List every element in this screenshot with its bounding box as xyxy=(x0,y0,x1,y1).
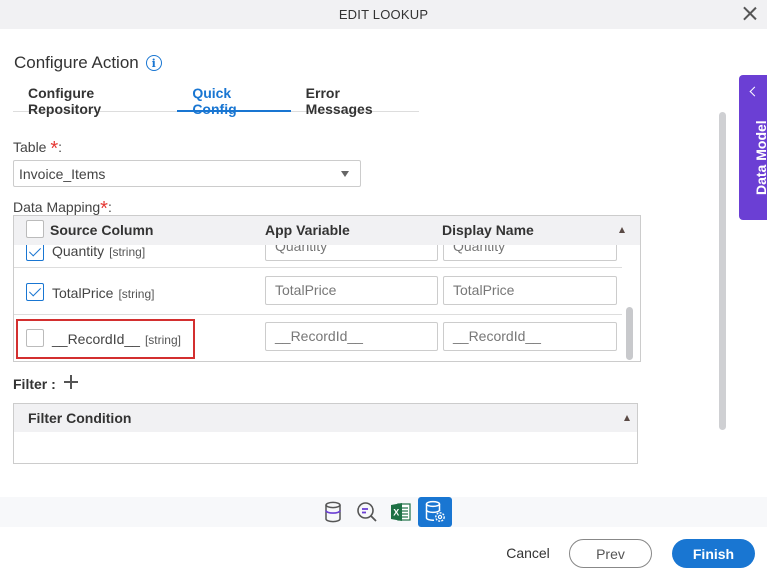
row-checkbox[interactable] xyxy=(26,283,44,301)
cancel-button[interactable]: Cancel xyxy=(498,540,558,565)
tab-bar: Configure Repository Quick Config Error … xyxy=(13,77,419,117)
table-row: __RecordId__ [string] __RecordId__ __Reco… xyxy=(14,315,622,361)
page-title-text: Configure Action xyxy=(14,53,139,72)
data-mapping-label-text: Data Mapping xyxy=(13,199,101,215)
database-settings-icon[interactable] xyxy=(418,497,452,527)
column-name: Quantity xyxy=(52,243,105,259)
tab-error-messages[interactable]: Error Messages xyxy=(291,77,419,117)
filter-label: Filter : xyxy=(13,376,56,392)
bottom-icon-bar: X xyxy=(0,497,767,527)
sort-ascending-icon[interactable] xyxy=(624,415,630,421)
table-label-text: Table xyxy=(13,139,47,155)
select-all-checkbox[interactable] xyxy=(26,220,44,238)
column-header-filter-condition[interactable]: Filter Condition xyxy=(28,410,131,426)
add-filter-icon[interactable] xyxy=(64,375,78,389)
sort-ascending-icon[interactable] xyxy=(619,227,625,233)
column-name: __RecordId__ xyxy=(52,331,140,347)
data-mapping-grid: Source Column App Variable Display Name … xyxy=(13,215,641,362)
dialog-titlebar: EDIT LOOKUP xyxy=(0,0,767,29)
tab-quick-config[interactable]: Quick Config xyxy=(177,77,291,117)
table-select-value: Invoice_Items xyxy=(19,166,106,182)
prev-button[interactable]: Prev xyxy=(569,539,652,568)
required-icon: * xyxy=(50,138,59,160)
filter-grid: Filter Condition xyxy=(13,403,638,464)
source-column-name: __RecordId__ [string] xyxy=(52,331,181,347)
column-type: [string] xyxy=(144,333,181,347)
tab-configure-repository[interactable]: Configure Repository xyxy=(13,77,177,117)
grid-header: Source Column App Variable Display Name xyxy=(14,216,640,245)
table-row: TotalPrice [string] TotalPrice TotalPrice xyxy=(14,268,622,315)
label-suffix: : xyxy=(107,199,112,215)
column-header-app-variable[interactable]: App Variable xyxy=(265,222,350,238)
filter-grid-header: Filter Condition xyxy=(14,404,637,432)
source-column-name: TotalPrice [string] xyxy=(52,285,154,301)
column-type: [string] xyxy=(109,245,146,259)
table-label: Table *: xyxy=(13,135,63,160)
info-icon[interactable]: i xyxy=(145,55,162,71)
close-icon[interactable] xyxy=(740,4,760,24)
display-name-input[interactable]: TotalPrice xyxy=(443,276,617,305)
column-name: TotalPrice xyxy=(52,285,114,301)
app-variable-input[interactable]: TotalPrice xyxy=(265,276,438,305)
data-model-panel-toggle[interactable]: Data Model xyxy=(739,75,767,220)
finish-button[interactable]: Finish xyxy=(672,539,755,568)
data-model-label: Data Model xyxy=(753,120,767,195)
database-icon[interactable] xyxy=(316,497,350,527)
svg-text:X: X xyxy=(393,508,399,518)
column-type: [string] xyxy=(118,287,155,301)
column-header-source[interactable]: Source Column xyxy=(50,222,153,238)
query-search-icon[interactable] xyxy=(350,497,384,527)
source-column-name: Quantity [string] xyxy=(52,243,145,259)
page-title: Configure Action i xyxy=(14,53,162,73)
dialog-title: EDIT LOOKUP xyxy=(338,7,429,22)
chevron-left-icon xyxy=(749,86,760,97)
label-suffix: : xyxy=(58,139,63,155)
app-variable-input[interactable]: __RecordId__ xyxy=(265,322,438,351)
row-checkbox[interactable] xyxy=(26,329,44,347)
table-select[interactable]: Invoice_Items xyxy=(13,160,361,187)
dropdown-caret-icon xyxy=(341,171,349,177)
column-header-display-name[interactable]: Display Name xyxy=(442,222,534,238)
excel-icon[interactable]: X xyxy=(384,497,418,527)
main-scrollbar[interactable] xyxy=(719,112,726,430)
display-name-input[interactable]: __RecordId__ xyxy=(443,322,617,351)
row-checkbox[interactable] xyxy=(26,243,44,261)
grid-scrollbar[interactable] xyxy=(626,307,633,360)
